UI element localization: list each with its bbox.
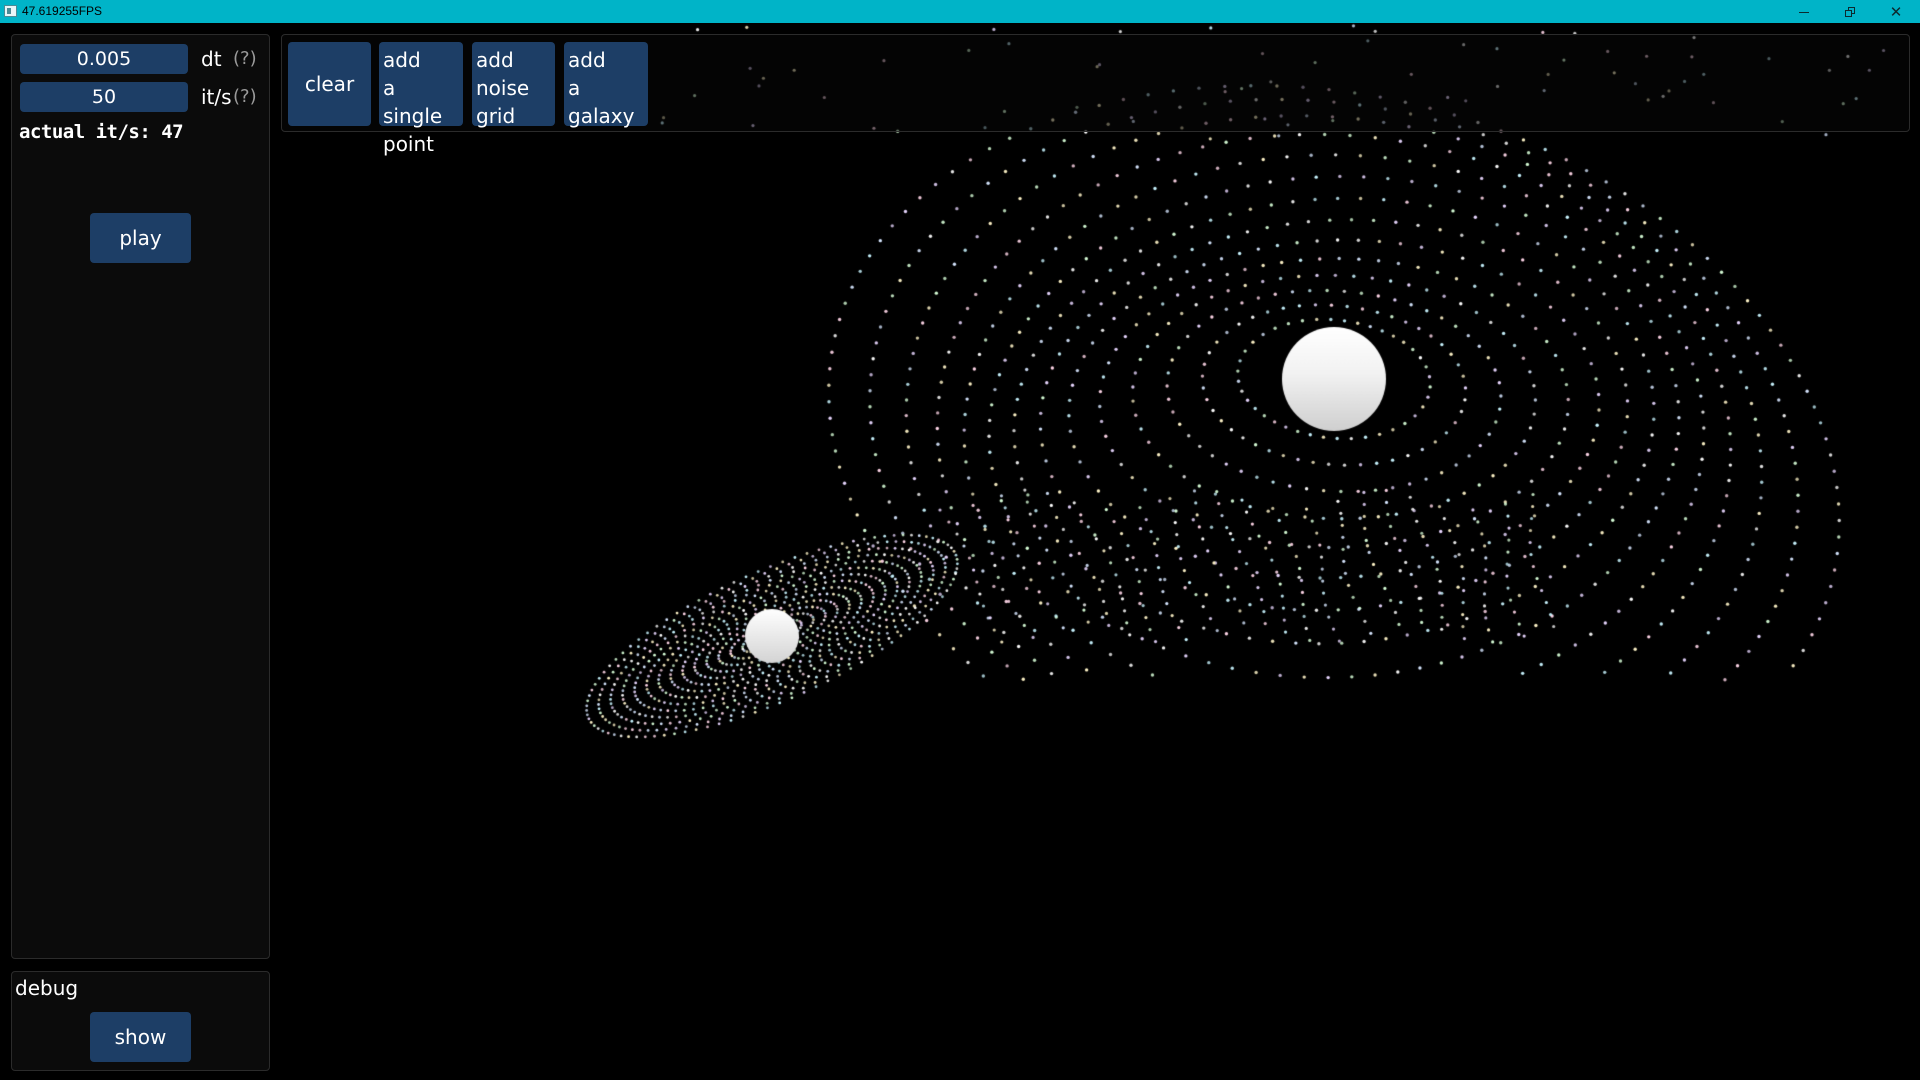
add-noise-grid-button[interactable]: add noise grid [472,42,555,128]
debug-title: debug [15,976,79,1000]
app-icon [4,5,17,17]
show-debug-label: show [114,1025,167,1049]
simulation-canvas[interactable] [0,23,1920,1080]
play-button-label: play [119,226,162,250]
add-galaxy-button[interactable]: add a galaxy [564,42,648,128]
restore-button[interactable] [1827,0,1873,23]
close-button[interactable]: ✕ [1873,0,1919,23]
debug-panel: debug show [11,971,270,1071]
dt-input[interactable] [20,44,188,74]
window-title: 47.619255FPS [22,4,103,18]
minimize-icon [1799,12,1809,13]
show-debug-button[interactable]: show [90,1012,191,1062]
add-single-point-button[interactable]: add a single point [379,42,463,156]
close-icon: ✕ [1889,3,1903,21]
toolbar: clear add a single point add noise grid … [281,34,1910,156]
actual-iterations-readout: actual it/s: 47 [19,121,184,143]
simulation-settings-panel: dt (?) it/s (?) actual it/s: 47 play [11,34,270,959]
play-button[interactable]: play [90,213,191,263]
iterations-per-second-label: it/s [201,85,232,109]
dt-help-icon[interactable]: (?) [233,44,257,74]
clear-button-label: clear [304,72,355,96]
restore-icon [1845,6,1855,17]
clear-button[interactable]: clear [288,42,371,126]
dt-label: dt [201,47,222,71]
window-titlebar: 47.619255FPS ✕ [0,0,1920,23]
iterations-per-second-input[interactable] [20,82,188,112]
minimize-button[interactable] [1781,0,1827,23]
iterations-per-second-help-icon[interactable]: (?) [233,82,257,112]
